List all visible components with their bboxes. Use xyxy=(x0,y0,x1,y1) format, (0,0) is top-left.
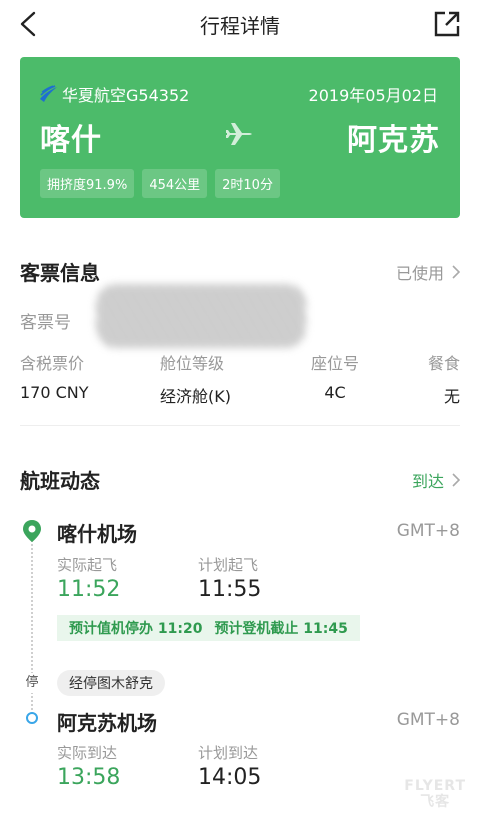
arrival-airport: 阿克苏机场 xyxy=(57,711,157,735)
stopover-badge: 停 xyxy=(22,673,42,693)
price-label: 含税票价 xyxy=(20,354,85,373)
meal-field: 餐食 无 xyxy=(400,350,460,407)
ticket-number-label: 客票号 xyxy=(20,313,71,333)
price-field: 含税票价 170 CNY xyxy=(20,350,130,407)
planned-departure-label: 计划起飞 xyxy=(198,556,259,574)
arrival-timezone: GMT+8 xyxy=(396,710,460,730)
departure-airport: 喀什机场 xyxy=(57,522,137,546)
share-icon[interactable] xyxy=(434,11,460,37)
flight-status-link[interactable]: 到达 xyxy=(412,468,460,492)
meal-label: 餐食 xyxy=(427,354,460,373)
seat-value: 4C xyxy=(324,383,346,402)
duration-chip: 2时10分 xyxy=(215,169,280,198)
actual-arrival-label: 实际到达 xyxy=(57,744,118,762)
actual-departure-label: 实际起飞 xyxy=(57,556,118,574)
cabin-value: 经济舱(K) xyxy=(160,387,231,406)
flight-date: 2019年05月02日 xyxy=(308,86,438,105)
planned-departure-time: 11:55 xyxy=(198,577,262,602)
checkin-close-time: 预计值机停办 11:20 xyxy=(69,621,203,637)
airplane-icon xyxy=(226,123,252,145)
seat-field: 座位号 4C xyxy=(300,350,370,407)
flight-status-title: 航班动态 xyxy=(20,469,100,493)
actual-arrival-time: 13:58 xyxy=(57,765,121,790)
boarding-close-time: 预计登机截止 11:45 xyxy=(214,621,348,637)
ticket-section-title: 客票信息 xyxy=(20,261,100,285)
departure-timezone: GMT+8 xyxy=(396,521,460,541)
airline-row: 华夏航空G54352 xyxy=(38,82,189,106)
flight-status-label: 到达 xyxy=(411,472,444,491)
watermark-line2: 飞客 xyxy=(420,794,451,810)
flight-stats: 拥挤度91.9% 454公里 2时10分 xyxy=(40,169,280,198)
checkin-notice: 预计值机停办 11:20 预计登机截止 11:45 xyxy=(57,615,360,641)
departure-pin-icon xyxy=(23,520,41,542)
crowdedness-chip: 拥挤度91.9% xyxy=(40,169,135,198)
arrival-dot-icon xyxy=(26,712,38,724)
meal-value: 无 xyxy=(443,387,460,406)
airline-flight-number: 华夏航空G54352 xyxy=(62,86,190,105)
ticket-status-label: 已使用 xyxy=(395,264,444,283)
price-value: 170 CNY xyxy=(20,383,89,402)
ticket-status-link[interactable]: 已使用 xyxy=(396,260,460,284)
chevron-right-icon xyxy=(452,473,460,487)
section-divider xyxy=(20,425,460,426)
ticket-number-redacted xyxy=(96,284,306,348)
cabin-field: 舱位等级 经济舱(K) xyxy=(160,350,270,407)
stopover-pill: 经停图木舒克 xyxy=(57,670,165,696)
airline-logo-icon xyxy=(40,85,57,102)
planned-arrival-time: 14:05 xyxy=(198,765,262,790)
cabin-label: 舱位等级 xyxy=(160,354,225,373)
top-bar: 行程详情 xyxy=(0,0,480,48)
ticket-details-grid: 含税票价 170 CNY 舱位等级 经济舱(K) 座位号 4C 餐食 无 xyxy=(20,350,460,407)
watermark-line1: FLYERT xyxy=(404,778,466,794)
planned-arrival-label: 计划到达 xyxy=(198,744,259,762)
distance-chip: 454公里 xyxy=(142,169,208,198)
watermark: FLYERT 飞客 xyxy=(404,778,466,810)
flight-summary-card: 华夏航空G54352 2019年05月02日 喀什 阿克苏 拥挤度91.9% 4… xyxy=(20,57,460,218)
origin-city: 喀什 xyxy=(40,123,102,158)
destination-city: 阿克苏 xyxy=(347,123,440,158)
seat-label: 座位号 xyxy=(310,354,359,373)
chevron-right-icon xyxy=(452,265,460,279)
page-title: 行程详情 xyxy=(200,14,280,38)
actual-departure-time: 11:52 xyxy=(57,577,121,602)
